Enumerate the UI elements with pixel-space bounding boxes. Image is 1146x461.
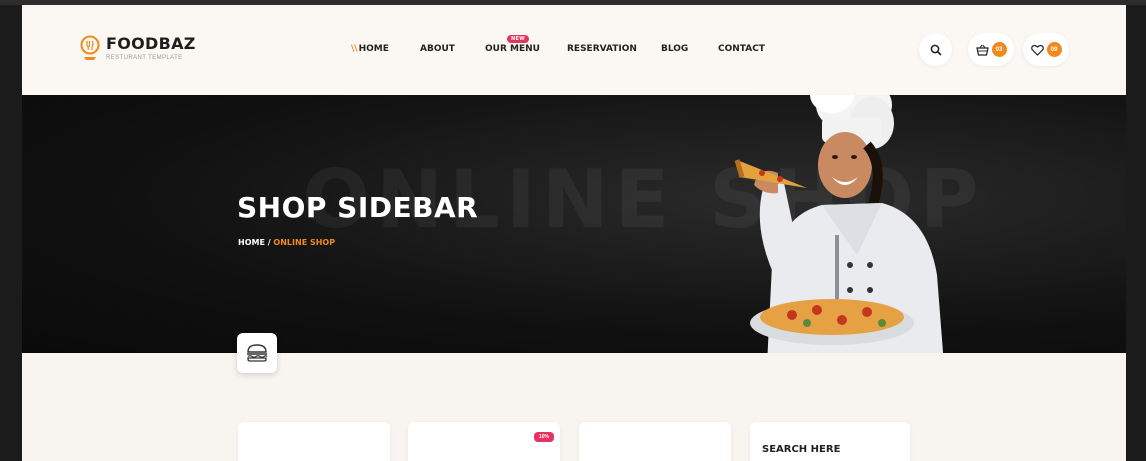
chef-image	[734, 95, 944, 353]
nav-about[interactable]: ABOUT	[420, 44, 455, 54]
active-marker-icon: \\	[351, 44, 358, 54]
nav-our-menu-label: OUR MENU	[485, 44, 540, 54]
product-card[interactable]	[238, 422, 390, 461]
search-widget-title: SEARCH HERE	[762, 444, 841, 455]
page: FOODBAZ RESTURANT TEMPLATE \\HOME ABOUT …	[22, 5, 1126, 461]
site-logo[interactable]: FOODBAZ RESTURANT TEMPLATE	[80, 35, 196, 61]
breadcrumb-current: ONLINE SHOP	[273, 238, 336, 247]
nav-blog[interactable]: BLOG	[661, 44, 688, 54]
logo-tagline: RESTURANT TEMPLATE	[106, 54, 183, 61]
search-icon	[930, 44, 941, 55]
logo-icon	[80, 35, 100, 60]
cart-count-badge: 03	[991, 42, 1007, 57]
sidebar-search-widget: SEARCH HERE	[750, 422, 910, 461]
wishlist-count-badge: 09	[1046, 42, 1062, 57]
nav-contact-label: CONTACT	[718, 44, 765, 54]
page-title: SHOP SIDEBAR	[237, 191, 479, 224]
nav-home[interactable]: \\HOME	[351, 44, 389, 54]
nav-about-label: ABOUT	[420, 44, 455, 54]
product-card[interactable]	[579, 422, 731, 461]
site-header: FOODBAZ RESTURANT TEMPLATE \\HOME ABOUT …	[22, 5, 1126, 96]
nav-blog-label: BLOG	[661, 44, 689, 54]
nav-contact[interactable]: CONTACT	[718, 44, 765, 54]
new-badge: NEW	[507, 35, 530, 43]
nav-reservation[interactable]: RESERVATION	[567, 44, 637, 54]
nav-our-menu[interactable]: NEW OUR MENU	[485, 35, 540, 54]
heart-icon	[1030, 44, 1044, 56]
hero-banner: ONLINE SHOP SHOP SIDEBAR HOME / ONLINE S…	[22, 95, 1126, 353]
logo-name: FOODBAZ	[106, 33, 196, 53]
nav-home-label: HOME	[358, 44, 389, 54]
cart-button[interactable]: 03	[968, 33, 1014, 66]
breadcrumb: HOME / ONLINE SHOP	[238, 238, 335, 247]
basket-icon	[975, 44, 989, 56]
product-card[interactable]: 10%	[408, 422, 560, 461]
category-badge[interactable]	[237, 333, 277, 373]
search-button[interactable]	[919, 33, 952, 66]
nav-reservation-label: RESERVATION	[567, 44, 637, 54]
breadcrumb-home[interactable]: HOME	[238, 238, 265, 247]
sale-badge: 10%	[533, 432, 554, 442]
wishlist-button[interactable]: 09	[1023, 33, 1069, 66]
burger-icon	[247, 344, 268, 362]
